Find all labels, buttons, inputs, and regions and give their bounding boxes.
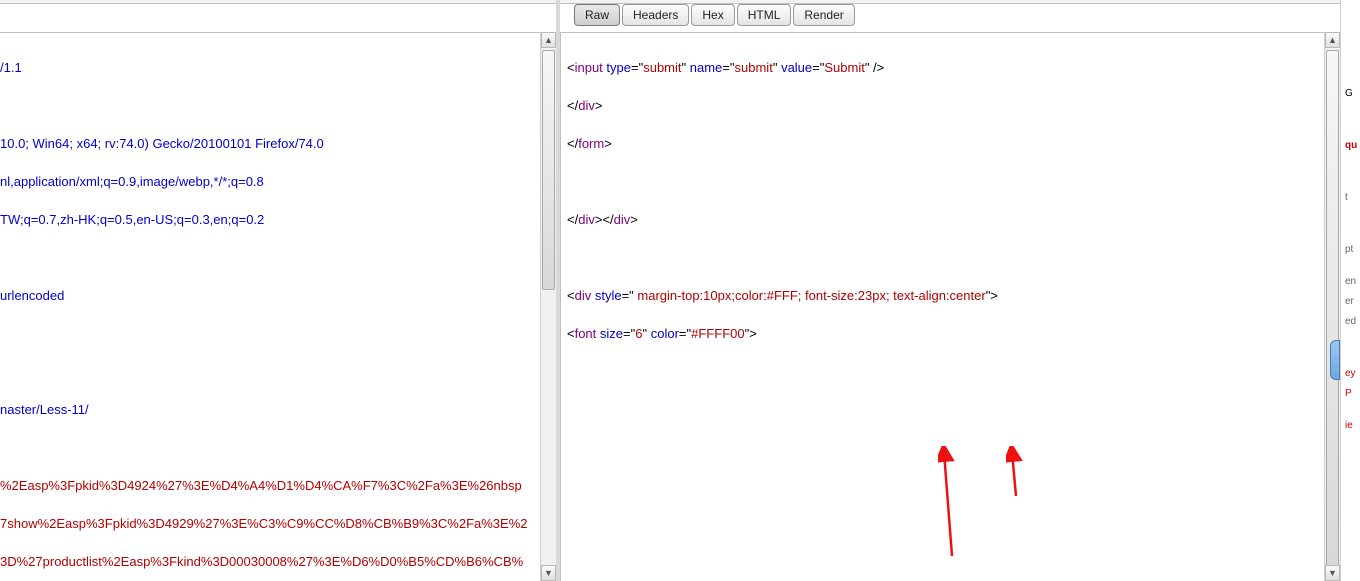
req-body-2: 7show%2Easp%3Fpkid%3D4929%27%3E%C3%C9%CC… <box>0 516 527 531</box>
req-http: /1.1 <box>0 60 22 75</box>
left-scrollbar[interactable]: ▲ ▼ <box>540 32 556 581</box>
tab-html[interactable]: HTML <box>737 4 792 26</box>
response-content[interactable]: <input type="submit" name="submit" value… <box>560 32 1324 581</box>
side-label: pt <box>1345 244 1353 255</box>
req-body-1: %2Easp%3Fpkid%3D4924%27%3E%D4%A4%D1%D4%C… <box>0 478 522 493</box>
side-label: er <box>1345 296 1354 307</box>
side-handle[interactable] <box>1330 340 1340 380</box>
req-enc: urlencoded <box>0 288 64 303</box>
tab-headers[interactable]: Headers <box>622 4 689 26</box>
side-label: qu <box>1345 140 1357 151</box>
req-accept: nl,application/xml;q=0.9,image/webp,*/*;… <box>0 174 264 189</box>
scroll-up-icon[interactable]: ▲ <box>1325 32 1340 48</box>
side-label: G <box>1345 88 1353 99</box>
scroll-thumb[interactable] <box>1326 50 1339 570</box>
scroll-thumb[interactable] <box>542 50 555 290</box>
req-lang: TW;q=0.7,zh-HK;q=0.5,en-US;q=0.3,en;q=0.… <box>0 212 264 227</box>
request-content[interactable]: /1.1 10.0; Win64; x64; rv:74.0) Gecko/20… <box>0 32 540 581</box>
scroll-down-icon[interactable]: ▼ <box>1325 565 1340 581</box>
scroll-up-icon[interactable]: ▲ <box>541 32 556 48</box>
side-label: t <box>1345 192 1348 203</box>
scroll-down-icon[interactable]: ▼ <box>541 565 556 581</box>
req-ref: naster/Less-11/ <box>0 402 89 417</box>
side-label: ey <box>1345 368 1356 379</box>
response-pane: Raw Headers Hex HTML Render <input type=… <box>560 0 1340 581</box>
request-pane: /1.1 10.0; Win64; x64; rv:74.0) Gecko/20… <box>0 0 560 581</box>
tab-render[interactable]: Render <box>793 4 854 26</box>
tab-hex[interactable]: Hex <box>691 4 734 26</box>
side-strip: G qu t pt en er ed ey P ie <box>1340 0 1360 581</box>
side-label: ed <box>1345 316 1356 327</box>
side-label: en <box>1345 276 1356 287</box>
response-tabs: Raw Headers Hex HTML Render <box>574 4 855 30</box>
right-scrollbar[interactable]: ▲ ▼ <box>1324 32 1340 581</box>
req-ua: 10.0; Win64; x64; rv:74.0) Gecko/2010010… <box>0 136 324 151</box>
side-label: ie <box>1345 420 1353 431</box>
side-label: P <box>1345 388 1352 399</box>
req-body-3: 3D%27productlist%2Easp%3Fkind%3D00030008… <box>0 554 523 569</box>
tab-raw[interactable]: Raw <box>574 4 620 26</box>
